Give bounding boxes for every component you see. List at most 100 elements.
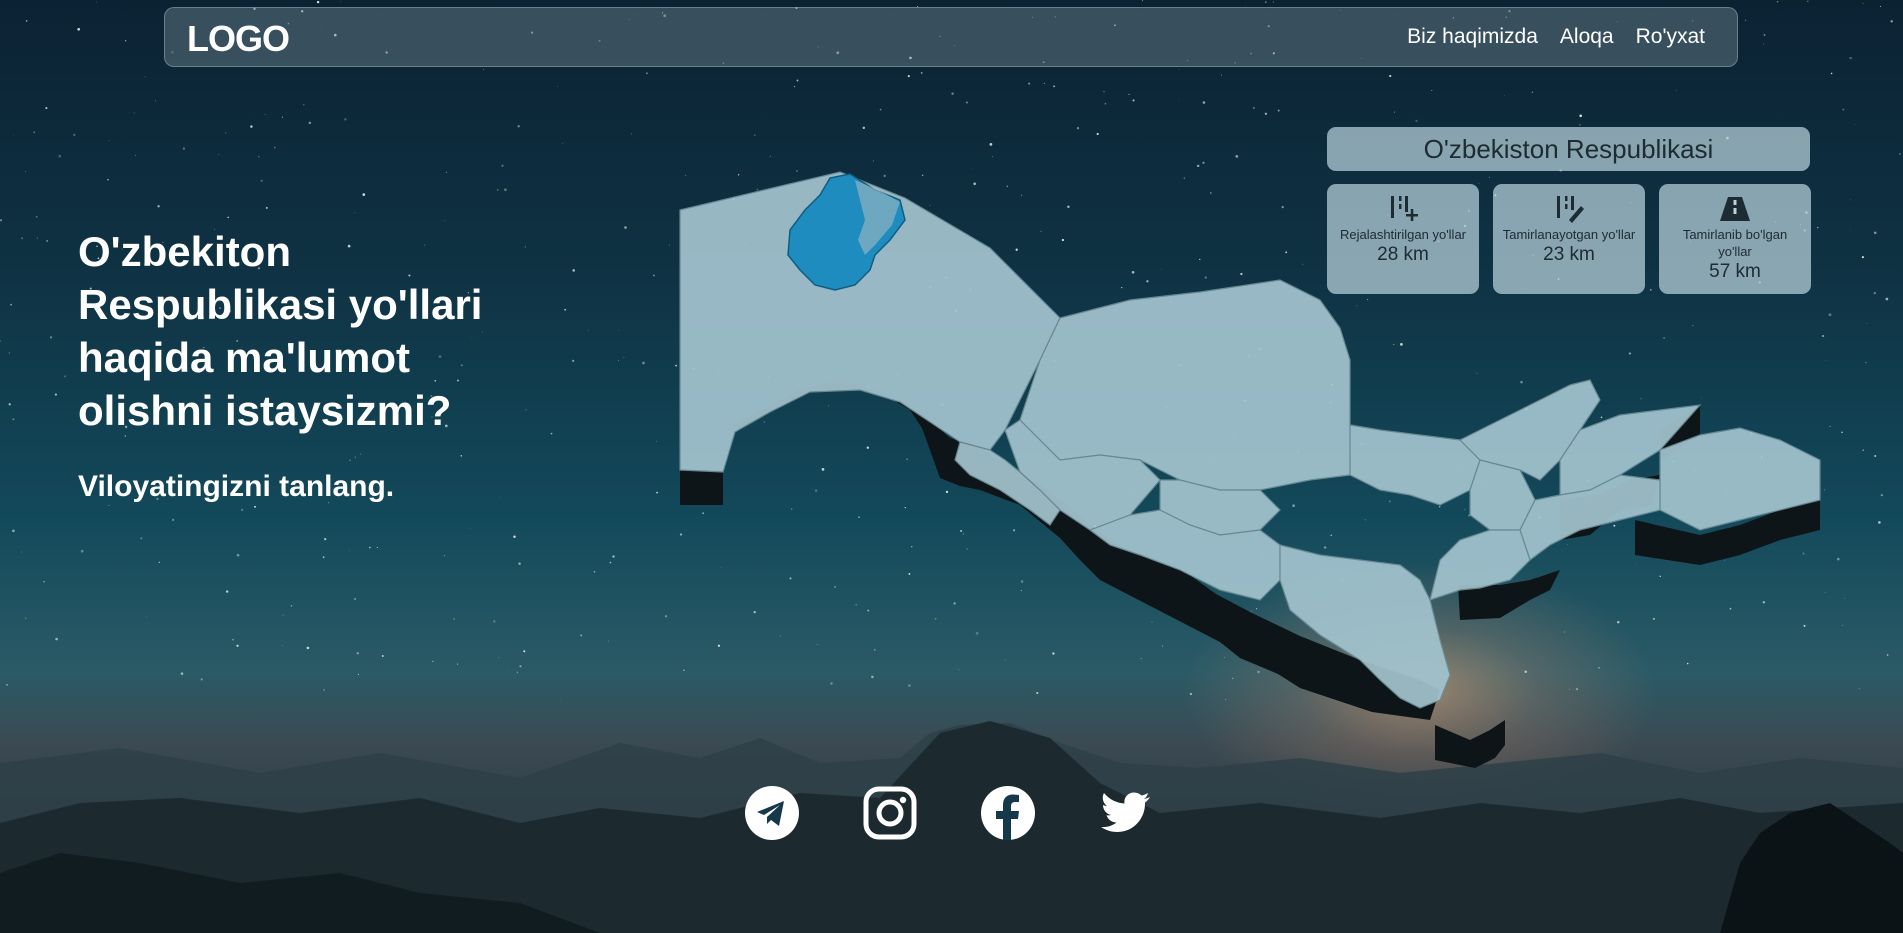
star — [1076, 126, 1080, 130]
star — [254, 505, 256, 508]
star — [1865, 361, 1867, 364]
stat-card-planned[interactable]: Rejalashtirilgan yo'llar 28 km — [1327, 184, 1479, 294]
star — [645, 72, 648, 75]
star — [134, 154, 136, 156]
star — [1858, 688, 1860, 690]
star — [1028, 82, 1031, 85]
star — [656, 491, 659, 494]
hero-subtitle: Viloyatingizni tanlang. — [78, 470, 395, 503]
star — [1849, 56, 1852, 60]
star — [1763, 34, 1766, 36]
star — [951, 92, 954, 95]
star — [354, 212, 355, 214]
star — [58, 154, 61, 158]
star — [226, 590, 229, 593]
star — [322, 556, 325, 559]
star — [227, 216, 229, 219]
star — [1128, 93, 1130, 95]
star — [140, 537, 143, 540]
star — [155, 100, 156, 102]
star — [368, 546, 371, 549]
star — [1264, 112, 1268, 116]
star — [349, 550, 350, 552]
star — [157, 205, 160, 208]
stat-card-completed[interactable]: Tamirlanib bo'lgan yo'llar 57 km — [1659, 184, 1811, 294]
twitter-icon[interactable] — [1098, 785, 1154, 841]
star — [45, 107, 48, 110]
star — [642, 361, 645, 365]
star — [1431, 89, 1433, 92]
star — [43, 581, 45, 583]
nav-link-contact[interactable]: Aloqa — [1560, 25, 1614, 49]
star — [12, 418, 15, 421]
star — [6, 683, 9, 686]
stat-card-repairing[interactable]: Tamirlanayotgan yo'llar 23 km — [1493, 184, 1645, 294]
star — [95, 1, 97, 3]
star — [460, 455, 463, 457]
star — [80, 549, 84, 553]
star — [13, 135, 15, 137]
star — [562, 143, 563, 145]
star — [796, 79, 799, 82]
star — [1503, 95, 1505, 97]
star — [225, 132, 227, 134]
star — [501, 164, 504, 167]
star — [483, 69, 484, 70]
telegram-icon[interactable] — [744, 785, 800, 841]
stat-label-repairing: Tamirlanayotgan yo'llar — [1502, 227, 1636, 242]
star — [108, 505, 110, 507]
instagram-icon[interactable] — [862, 785, 918, 841]
star — [264, 113, 266, 115]
star — [354, 598, 356, 600]
star — [557, 86, 558, 87]
star — [564, 308, 567, 311]
star — [1235, 155, 1239, 158]
star — [1878, 521, 1881, 524]
facebook-icon[interactable] — [980, 785, 1036, 841]
star — [1854, 123, 1856, 125]
star — [12, 529, 15, 533]
star — [1890, 20, 1893, 23]
star — [618, 329, 620, 331]
star — [158, 561, 160, 563]
nav-link-about[interactable]: Biz haqimizda — [1407, 25, 1538, 49]
star — [349, 459, 351, 461]
star — [1132, 99, 1135, 102]
star — [360, 453, 362, 455]
star — [1389, 74, 1392, 78]
logo[interactable]: LOGO — [187, 18, 290, 60]
nav-link-register[interactable]: Ro'yxat — [1636, 25, 1705, 49]
star — [282, 644, 284, 646]
star — [497, 189, 499, 191]
star — [21, 237, 24, 240]
star — [1178, 99, 1180, 101]
star — [1178, 69, 1180, 70]
star — [124, 39, 127, 42]
star — [879, 108, 882, 111]
star — [236, 644, 239, 647]
star — [146, 616, 148, 618]
star — [356, 652, 359, 655]
star — [1886, 654, 1889, 656]
star — [35, 215, 38, 218]
star — [652, 274, 655, 277]
star — [73, 133, 76, 137]
star — [793, 86, 796, 88]
star — [323, 689, 325, 691]
star — [907, 75, 910, 78]
star — [1866, 323, 1868, 324]
star — [55, 637, 58, 641]
star — [357, 673, 359, 675]
top-navbar: LOGO Biz haqimizda Aloqa Ro'yxat — [164, 7, 1738, 67]
star — [240, 508, 244, 512]
star — [340, 1, 342, 3]
star — [36, 237, 38, 239]
star — [612, 555, 615, 558]
star — [769, 155, 772, 158]
star — [200, 678, 203, 681]
region-jizzakh[interactable] — [1349, 424, 1481, 506]
star — [25, 20, 28, 22]
star — [218, 153, 220, 155]
star — [504, 188, 507, 192]
star — [8, 352, 10, 354]
